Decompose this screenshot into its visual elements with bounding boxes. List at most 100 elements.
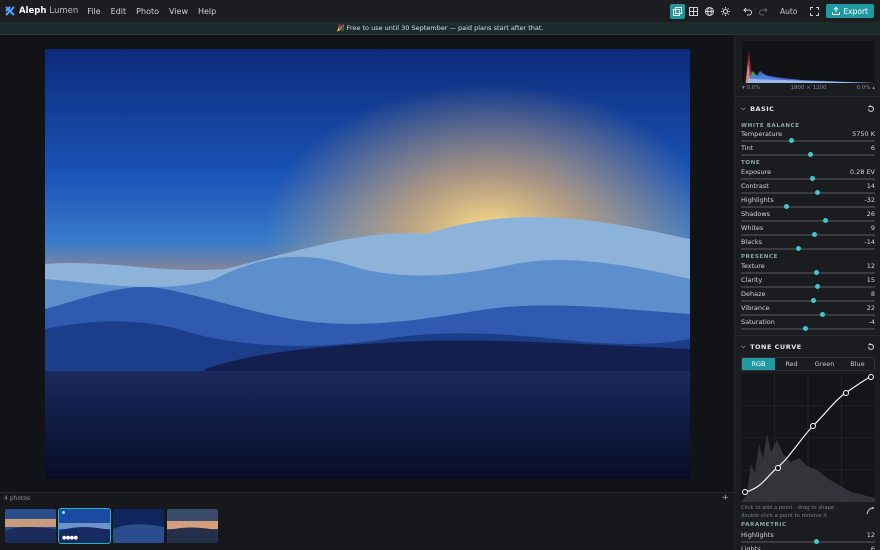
basic-section-header[interactable]: ⌵ BASIC [735, 102, 880, 116]
grid-view-button[interactable] [686, 4, 701, 19]
contrast-value[interactable]: 14 [867, 182, 875, 190]
vibrance-value[interactable]: 22 [867, 304, 875, 312]
shadows-track[interactable] [741, 220, 875, 222]
add-photo-button[interactable]: + [721, 493, 729, 503]
vibrance-handle[interactable] [820, 312, 826, 317]
clarity-value[interactable]: 15 [867, 276, 875, 284]
shadows-handle[interactable] [822, 218, 828, 223]
reset-icon[interactable] [867, 105, 875, 113]
lights-value[interactable]: 6 [871, 545, 875, 550]
curve-mode-icon[interactable] [866, 507, 874, 515]
temperature-value[interactable]: 5750 K [852, 130, 875, 138]
texture-slider[interactable]: Texture 12 [741, 262, 875, 276]
highlights-slider[interactable]: Highlights 12 [741, 531, 875, 545]
highlights-value[interactable]: -32 [864, 196, 875, 204]
highlights-track[interactable] [741, 206, 875, 208]
menu-help[interactable]: Help [198, 7, 216, 16]
lights-slider[interactable]: Lights 6 [741, 545, 875, 550]
fullscreen-button[interactable] [807, 4, 822, 19]
shadow-clip[interactable]: ▾ 0.0% [742, 85, 760, 91]
exposure-label: Exposure [741, 168, 772, 176]
vibrance-slider[interactable]: Vibrance 22 [741, 304, 875, 318]
tab-blue[interactable]: Blue [841, 358, 874, 370]
exposure-handle[interactable] [809, 176, 815, 181]
saturation-handle[interactable] [802, 326, 808, 331]
dehaze-track[interactable] [741, 300, 875, 302]
shadows-slider[interactable]: Shadows 26 [741, 210, 875, 224]
blacks-value[interactable]: -14 [864, 238, 875, 246]
blacks-slider[interactable]: Blacks -14 [741, 238, 875, 252]
thumbnail-2-selected[interactable]: ●●●● [58, 508, 111, 544]
exposure-slider[interactable]: Exposure 0.28 EV [741, 168, 875, 182]
clarity-handle[interactable] [814, 284, 820, 289]
texture-label: Texture [741, 262, 765, 270]
curve-point[interactable] [843, 390, 849, 396]
basic-title: BASIC [750, 105, 775, 113]
exposure-track[interactable] [741, 178, 875, 180]
blacks-track[interactable] [741, 248, 875, 250]
dehaze-handle[interactable] [810, 298, 816, 303]
export-button[interactable]: Export [826, 4, 874, 18]
whites-handle[interactable] [812, 232, 818, 237]
highlights-slider[interactable]: Highlights -32 [741, 196, 875, 210]
highlight-clip[interactable]: 0.0% ▴ [857, 85, 875, 91]
tab-rgb[interactable]: RGB [742, 358, 775, 370]
compare-view-button[interactable] [670, 3, 686, 19]
dehaze-slider[interactable]: Dehaze 8 [741, 290, 875, 304]
menu-file[interactable]: File [87, 7, 100, 16]
curve-point[interactable] [868, 374, 874, 380]
thumbnail-4[interactable] [167, 509, 218, 543]
clarity-track[interactable] [741, 286, 875, 288]
shadows-value[interactable]: 26 [867, 210, 875, 218]
reset-icon[interactable] [867, 343, 875, 351]
texture-value[interactable]: 12 [867, 262, 875, 270]
curve-point[interactable] [775, 465, 781, 471]
temperature-track[interactable] [741, 140, 875, 142]
dehaze-value[interactable]: 8 [871, 290, 875, 298]
brightness-button[interactable] [718, 4, 733, 19]
tone-curve-section-header[interactable]: ⌵ TONE CURVE [735, 340, 880, 354]
saturation-value[interactable]: -4 [869, 318, 875, 326]
curve-point[interactable] [742, 489, 748, 495]
menu-photo[interactable]: Photo [136, 7, 159, 16]
whites-slider[interactable]: Whites 9 [741, 224, 875, 238]
thumbnail-3[interactable] [113, 509, 164, 543]
whites-track[interactable] [741, 234, 875, 236]
highlights-track[interactable] [741, 541, 875, 543]
highlights-handle[interactable] [784, 204, 790, 209]
histogram-info: ▾ 0.0% 1800 × 1200 0.0% ▴ [742, 85, 875, 91]
temperature-slider[interactable]: Temperature 5750 K [741, 130, 875, 144]
clarity-slider[interactable]: Clarity 15 [741, 276, 875, 290]
photo-preview[interactable] [45, 49, 690, 479]
photo-canvas[interactable] [0, 35, 734, 492]
highlights-value[interactable]: 12 [867, 531, 875, 539]
globe-button[interactable] [702, 4, 717, 19]
contrast-track[interactable] [741, 192, 875, 194]
saturation-track[interactable] [741, 328, 875, 330]
highlights-handle[interactable] [813, 539, 819, 544]
auto-button[interactable]: Auto [780, 7, 797, 16]
redo-button[interactable] [756, 4, 771, 19]
menu-edit[interactable]: Edit [111, 7, 127, 16]
thumbnail-1[interactable] [5, 509, 56, 543]
saturation-slider[interactable]: Saturation -4 [741, 318, 875, 332]
contrast-slider[interactable]: Contrast 14 [741, 182, 875, 196]
blacks-handle[interactable] [796, 246, 802, 251]
contrast-handle[interactable] [814, 190, 820, 195]
exposure-value[interactable]: 0.28 EV [850, 168, 875, 176]
temperature-handle[interactable] [789, 138, 795, 143]
tab-green[interactable]: Green [808, 358, 841, 370]
vibrance-track[interactable] [741, 314, 875, 316]
whites-value[interactable]: 9 [871, 224, 875, 232]
tint-handle[interactable] [808, 152, 814, 157]
tint-slider[interactable]: Tint 6 [741, 144, 875, 158]
divider [735, 96, 880, 97]
curve-point[interactable] [810, 423, 816, 429]
tone-curve-editor[interactable] [741, 374, 875, 502]
texture-handle[interactable] [813, 270, 819, 275]
tab-red[interactable]: Red [775, 358, 808, 370]
tint-value[interactable]: 6 [871, 144, 875, 152]
menu-view[interactable]: View [169, 7, 188, 16]
texture-track[interactable] [741, 272, 875, 274]
undo-button[interactable] [740, 4, 755, 19]
